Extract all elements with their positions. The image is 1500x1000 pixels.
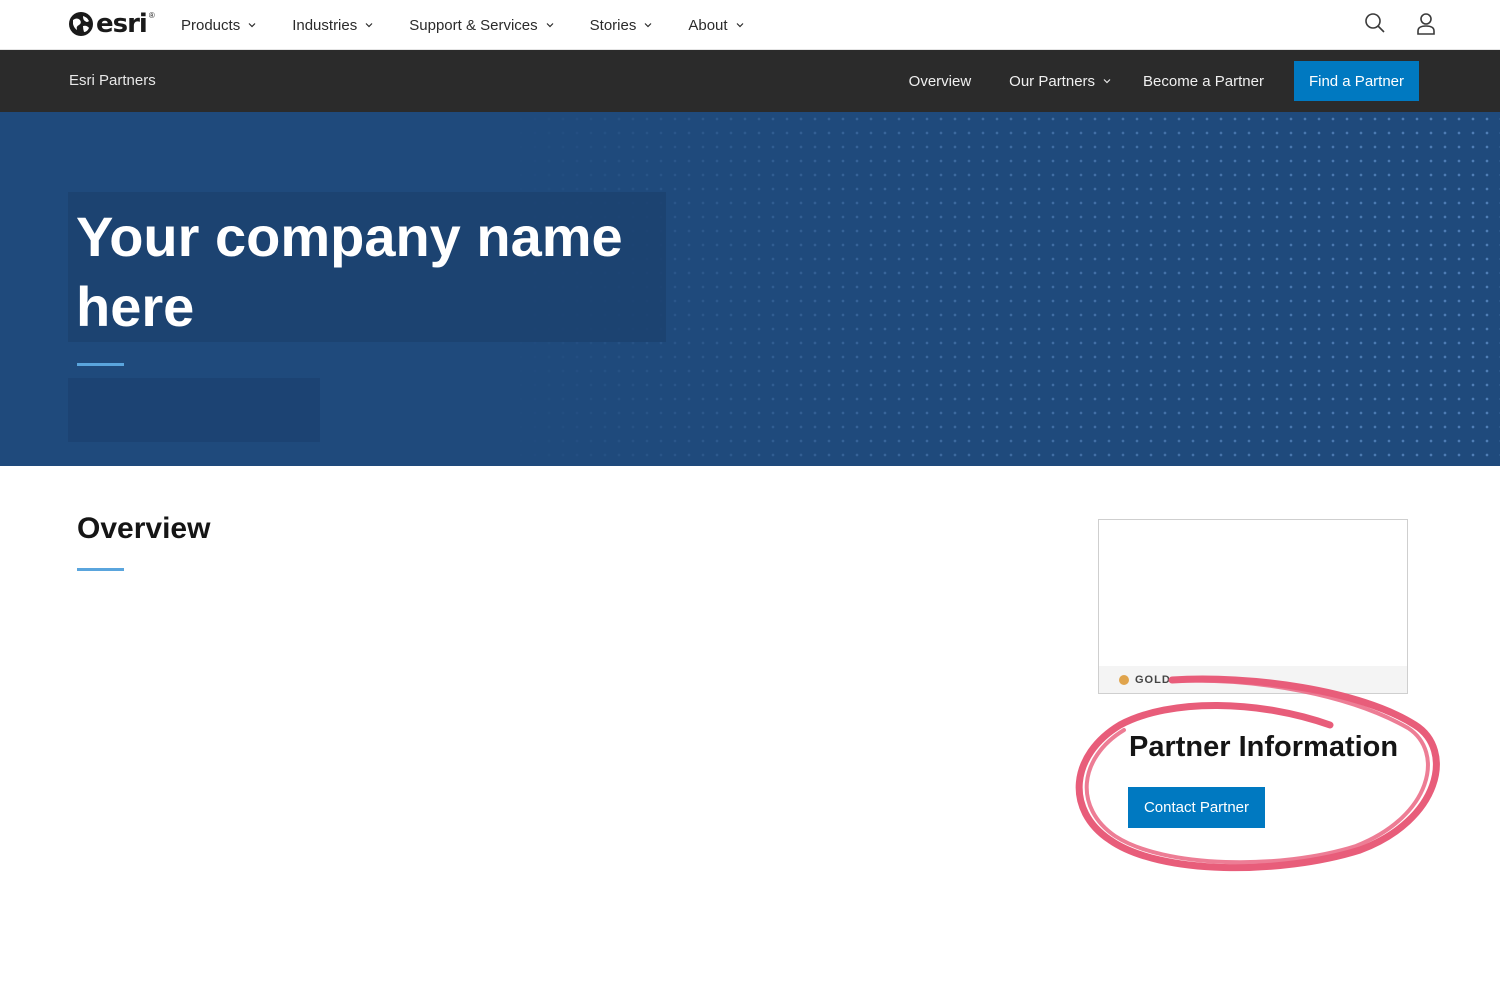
- globe-icon: [69, 12, 93, 36]
- nav-item-label: Support & Services: [409, 16, 538, 34]
- nav-item-support-services[interactable]: Support & Services: [409, 16, 554, 34]
- contact-partner-button[interactable]: Contact Partner: [1128, 787, 1265, 828]
- sub-nav-become-partner[interactable]: Become a Partner: [1143, 73, 1264, 90]
- chevron-down-icon: [1103, 79, 1111, 84]
- nav-item-label: About: [688, 16, 728, 34]
- global-nav-actions: [1364, 12, 1436, 36]
- hero-subtitle-panel: [68, 378, 320, 442]
- sub-nav-overview[interactable]: Overview: [909, 73, 972, 90]
- partner-information-heading: Partner Information: [1129, 731, 1399, 763]
- partners-sub-nav: Esri Partners Overview Our Partners Beco…: [0, 50, 1500, 112]
- logo-text: esri: [96, 9, 148, 39]
- chevron-down-icon: [248, 23, 256, 28]
- global-nav-menu: Products Industries Support & Services S…: [181, 0, 744, 50]
- partner-logo-card: GOLD: [1098, 519, 1408, 694]
- nav-item-label: Products: [181, 16, 241, 34]
- search-icon[interactable]: [1364, 12, 1386, 34]
- sub-nav-title[interactable]: Esri Partners: [69, 72, 156, 89]
- overview-accent-rule: [77, 568, 124, 571]
- hero-banner: Your company name here: [0, 112, 1500, 466]
- sub-nav-links: Overview Our Partners Become a Partner F…: [909, 61, 1419, 101]
- sub-nav-our-partners[interactable]: Our Partners: [1009, 73, 1111, 90]
- annotation-circle: [1075, 675, 1440, 872]
- hero-title: Your company name here: [76, 205, 623, 338]
- sub-nav-label: Our Partners: [1009, 72, 1096, 90]
- nav-item-about[interactable]: About: [688, 17, 743, 34]
- chevron-down-icon: [546, 23, 554, 28]
- esri-logo[interactable]: esri ®: [68, 10, 155, 38]
- tier-dot-icon: [1119, 674, 1129, 685]
- user-icon[interactable]: [1416, 12, 1436, 36]
- partner-tier-bar: GOLD: [1099, 666, 1407, 693]
- overview-heading: Overview: [77, 512, 211, 545]
- nav-item-stories[interactable]: Stories: [590, 17, 653, 34]
- chevron-down-icon: [736, 23, 743, 28]
- logo-trademark: ®: [148, 10, 155, 20]
- tier-badge: GOLD: [1135, 673, 1171, 686]
- hero-accent-rule: [77, 363, 124, 366]
- nav-item-label: Stories: [589, 16, 637, 34]
- chevron-down-icon: [365, 23, 373, 28]
- global-nav: esri ® Products Industries Support & Ser…: [0, 0, 1500, 50]
- nav-item-products[interactable]: Products: [181, 17, 256, 34]
- nav-item-label: Industries: [292, 16, 358, 34]
- chevron-down-icon: [644, 23, 652, 28]
- nav-item-industries[interactable]: Industries: [292, 17, 373, 34]
- find-a-partner-button[interactable]: Find a Partner: [1293, 61, 1419, 101]
